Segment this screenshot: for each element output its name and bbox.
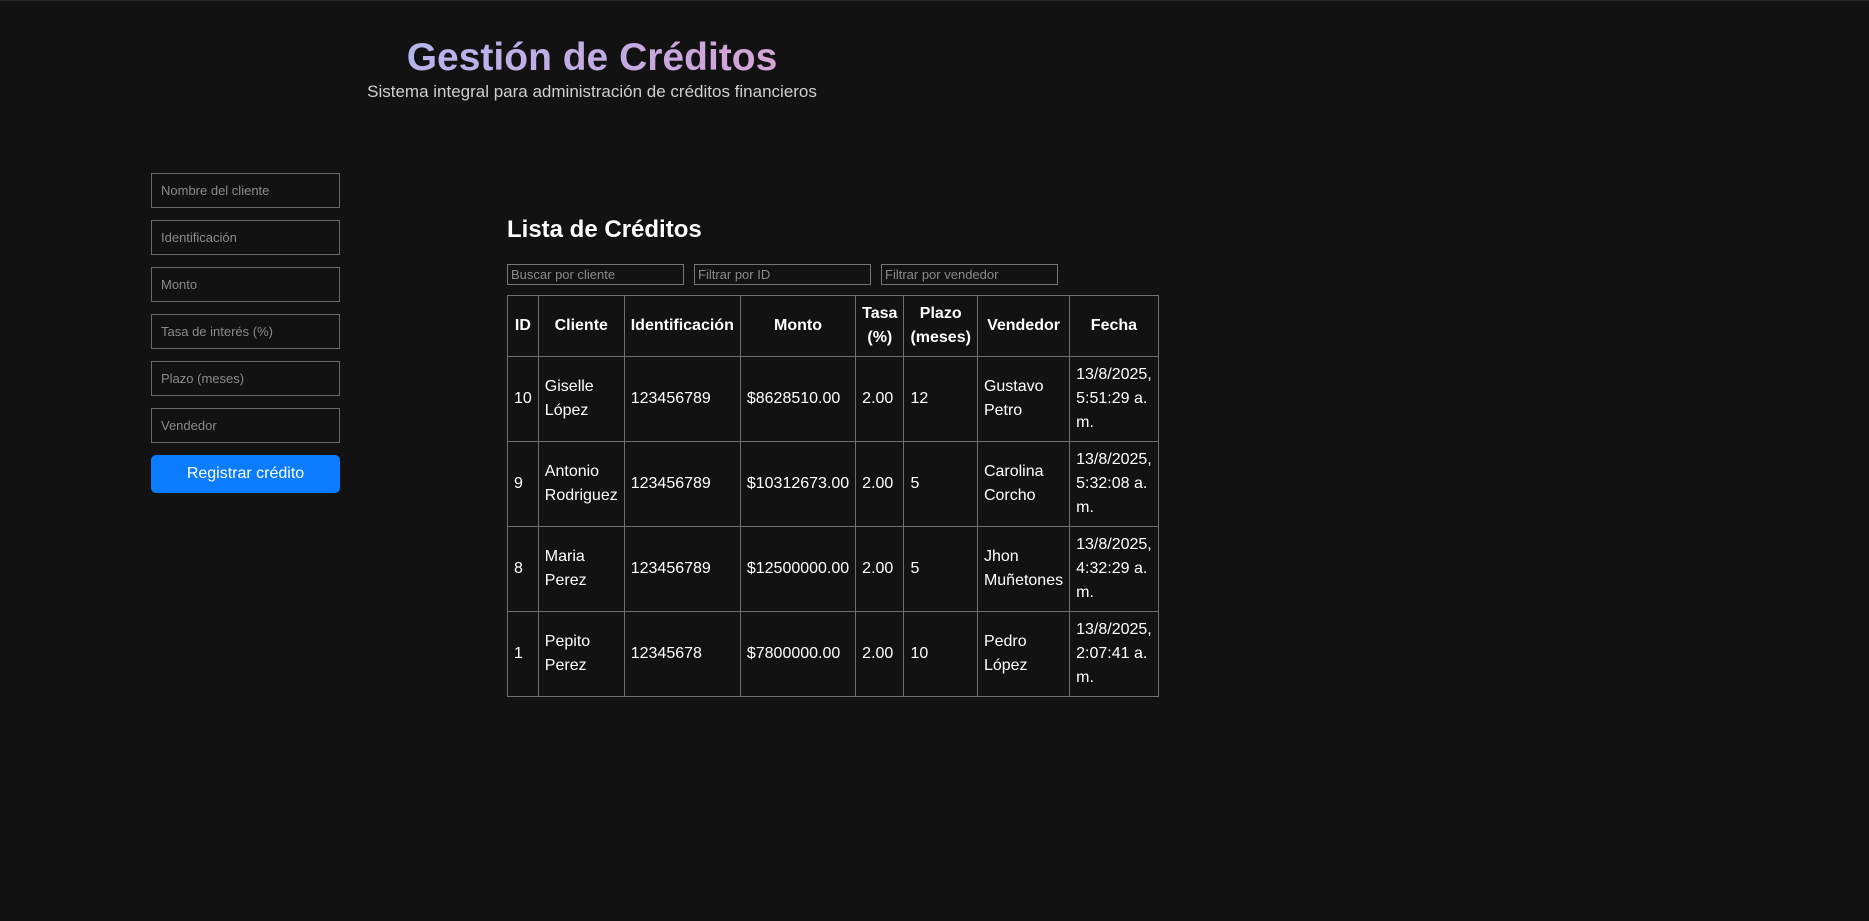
cell-date: 13/8/2025, 5:32:08 a. m. [1069, 441, 1159, 527]
cell-rate: 2.00 [855, 441, 905, 527]
cell-id: 8 [507, 526, 539, 612]
page-subtitle: Sistema integral para administración de … [367, 82, 817, 101]
table-row: 1 Pepito Perez 12345678 $7800000.00 2.00… [507, 611, 1159, 697]
register-credit-button[interactable]: Registrar crédito [151, 455, 340, 493]
cell-amount: $10312673.00 [739, 441, 857, 527]
credits-list: Lista de Créditos ID Cliente Identificac… [507, 214, 1159, 697]
filter-seller-input[interactable] [881, 264, 1058, 285]
column-header-date: Fecha [1069, 295, 1159, 357]
column-header-id: ID [507, 295, 539, 357]
table-row: 10 Giselle López 123456789 $8628510.00 2… [507, 356, 1159, 442]
column-header-client: Cliente [537, 295, 625, 357]
cell-amount: $7800000.00 [739, 611, 857, 697]
column-header-amount: Monto [739, 295, 857, 357]
cell-client: Antonio Rodriguez [537, 441, 625, 527]
term-input[interactable] [151, 361, 340, 396]
cell-term: 10 [903, 611, 978, 697]
cell-term: 12 [903, 356, 978, 442]
cell-term: 5 [903, 526, 978, 612]
column-header-term: Plazo (meses) [903, 295, 978, 357]
cell-term: 5 [903, 441, 978, 527]
interest-rate-input[interactable] [151, 314, 340, 349]
cell-amount: $8628510.00 [739, 356, 857, 442]
identification-input[interactable] [151, 220, 340, 255]
client-name-input[interactable] [151, 173, 340, 208]
cell-identification: 123456789 [623, 526, 741, 612]
page-header: Gestión de Créditos Sistema integral par… [0, 35, 1184, 103]
cell-rate: 2.00 [855, 526, 905, 612]
cell-amount: $12500000.00 [739, 526, 857, 612]
cell-id: 1 [507, 611, 539, 697]
cell-date: 13/8/2025, 2:07:41 a. m. [1069, 611, 1159, 697]
table-row: 8 Maria Perez 123456789 $12500000.00 2.0… [507, 526, 1159, 612]
cell-date: 13/8/2025, 5:51:29 a. m. [1069, 356, 1159, 442]
column-header-identification: Identificación [623, 295, 741, 357]
table-row: 9 Antonio Rodriguez 123456789 $10312673.… [507, 441, 1159, 527]
cell-id: 9 [507, 441, 539, 527]
column-header-seller: Vendedor [976, 295, 1071, 357]
amount-input[interactable] [151, 267, 340, 302]
filter-id-input[interactable] [694, 264, 871, 285]
seller-input[interactable] [151, 408, 340, 443]
cell-client: Giselle López [537, 356, 625, 442]
search-client-input[interactable] [507, 264, 684, 285]
filters-bar [507, 264, 1159, 285]
cell-rate: 2.00 [855, 356, 905, 442]
cell-seller: Jhon Muñetones [976, 526, 1071, 612]
cell-seller: Gustavo Petro [976, 356, 1071, 442]
cell-identification: 123456789 [623, 441, 741, 527]
cell-seller: Carolina Corcho [976, 441, 1071, 527]
credits-table: ID Cliente Identificación Monto Tasa (%)… [507, 295, 1159, 697]
cell-date: 13/8/2025, 4:32:29 a. m. [1069, 526, 1159, 612]
cell-seller: Pedro López [976, 611, 1071, 697]
cell-identification: 12345678 [623, 611, 741, 697]
credits-list-title: Lista de Créditos [507, 216, 702, 243]
credit-form: Registrar crédito [151, 173, 340, 493]
page-title: Gestión de Créditos [406, 36, 778, 79]
cell-client: Pepito Perez [537, 611, 625, 697]
cell-identification: 123456789 [623, 356, 741, 442]
cell-id: 10 [507, 356, 539, 442]
cell-client: Maria Perez [537, 526, 625, 612]
table-header-row: ID Cliente Identificación Monto Tasa (%)… [507, 295, 1159, 357]
cell-rate: 2.00 [855, 611, 905, 697]
column-header-rate: Tasa (%) [855, 295, 905, 357]
